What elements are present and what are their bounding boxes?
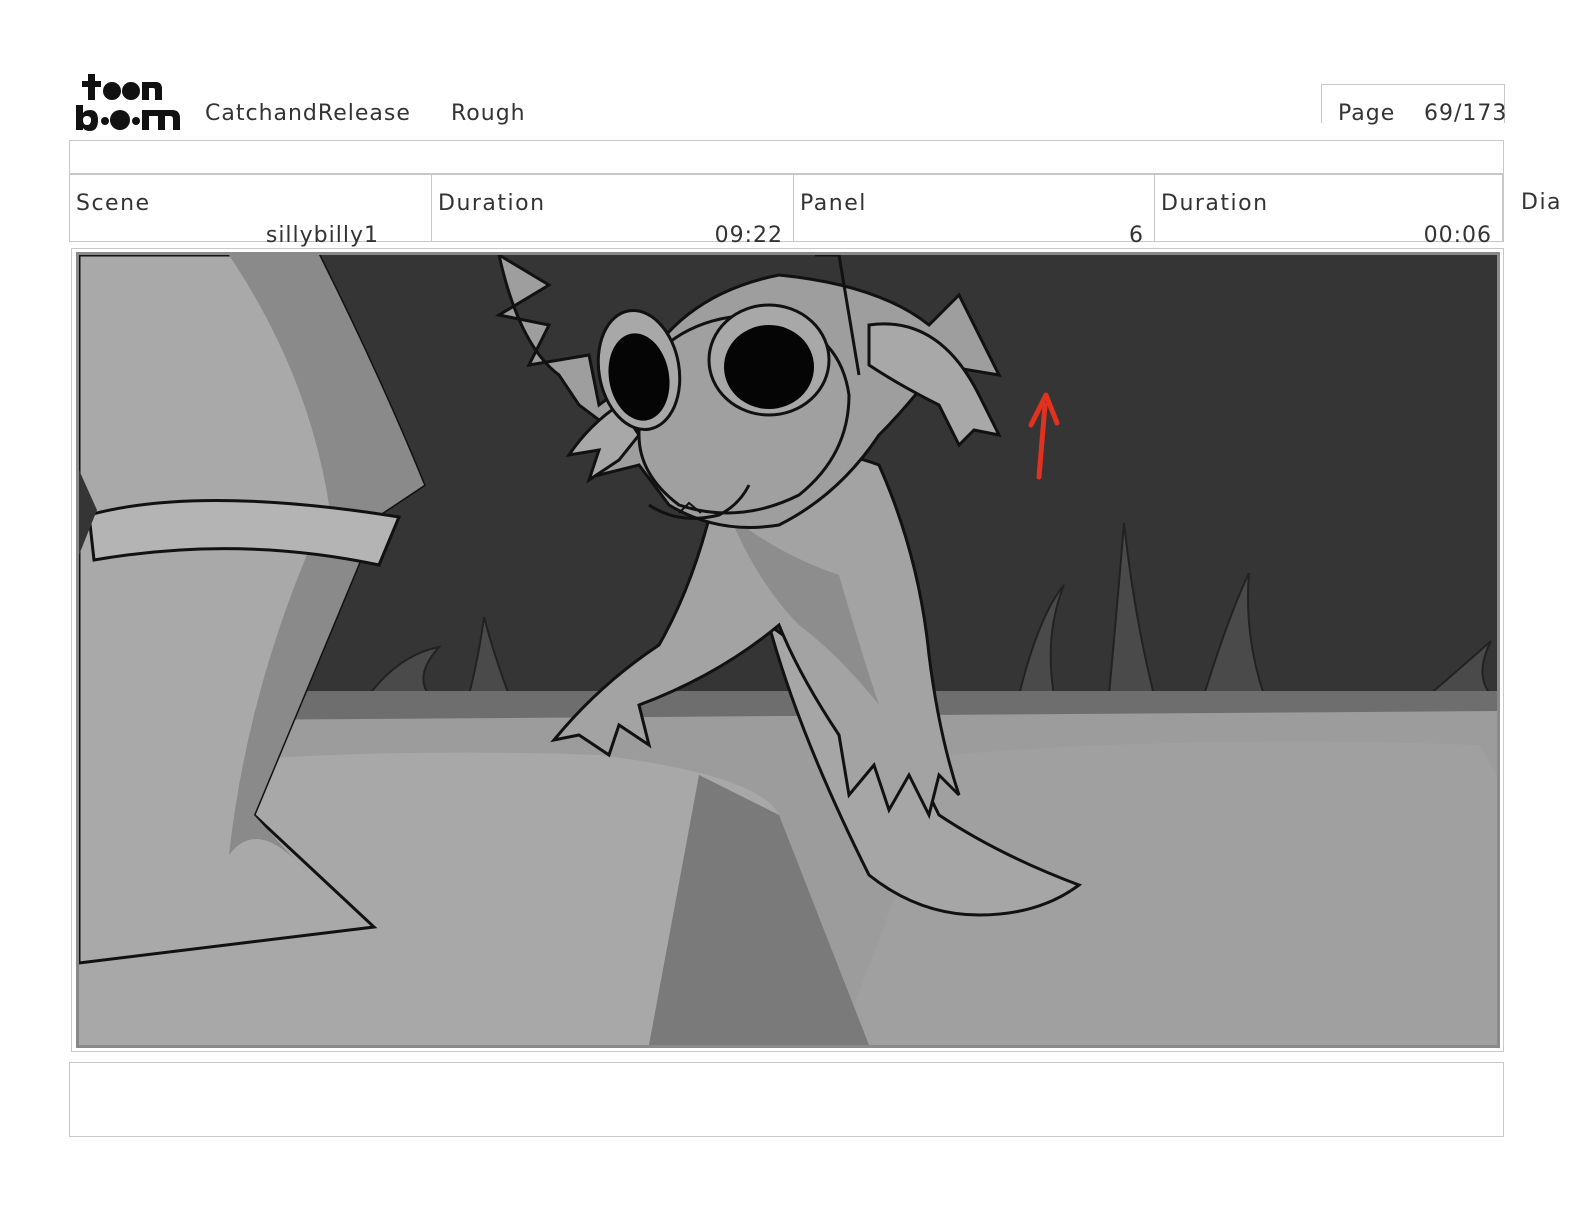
panel-duration-value: 00:06	[1423, 223, 1492, 248]
scene-duration-label: Duration	[438, 191, 546, 216]
panel-duration-label: Duration	[1161, 191, 1269, 216]
header-bar	[69, 140, 1504, 174]
panel-label: Panel	[800, 191, 867, 216]
scene-duration-cell: Duration 09:22	[432, 175, 794, 248]
scene-label: Scene	[76, 191, 151, 216]
project-title: CatchandRelease	[205, 101, 411, 126]
dialogue-notes-box	[69, 1062, 1504, 1137]
page-label: Page	[1338, 101, 1396, 126]
panel-cell: Panel 6	[794, 175, 1155, 248]
info-row: Scene sillybilly1 Duration 09:22 Panel 6…	[69, 174, 1504, 248]
page-number: 69/173	[1424, 101, 1508, 126]
panel-value: 6	[1129, 223, 1144, 248]
panel-duration-cell: Duration 00:06	[1155, 175, 1503, 248]
scene-cell: Scene sillybilly1	[70, 175, 432, 248]
toonboom-logo	[76, 74, 180, 131]
panel-drawing	[79, 255, 1497, 1045]
scene-duration-value: 09:22	[714, 223, 783, 248]
dialogue-label: Dia	[1521, 190, 1563, 215]
scene-value: sillybilly1	[265, 223, 379, 248]
stage-label: Rough	[451, 101, 526, 126]
storyboard-panel	[76, 252, 1500, 1048]
